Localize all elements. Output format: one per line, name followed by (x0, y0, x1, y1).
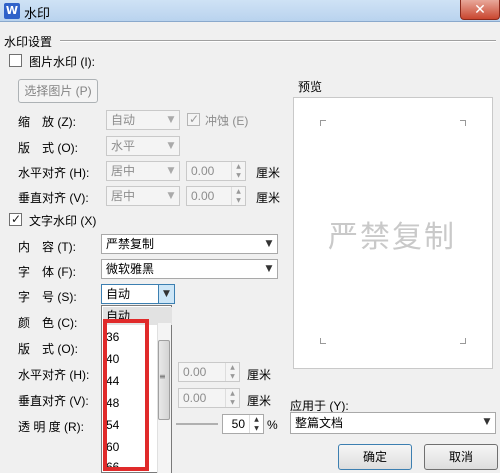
unit-cm-label: 厘米 (247, 368, 272, 382)
text-watermark-label: 文字水印 (X) (29, 214, 97, 228)
text-halign-label: 水平对齐 (H): (18, 368, 90, 382)
spinner-arrows-icon[interactable]: ▲ ▼ (231, 187, 245, 205)
transparency-input[interactable]: 50 ▲ ▼ (222, 414, 264, 434)
unit-cm-label: 厘米 (256, 166, 281, 180)
text-layout-label: 版 式 (O): (18, 342, 78, 356)
picture-valign-offset-input[interactable]: 0.00 ▲ ▼ (186, 186, 246, 206)
title-bar[interactable] (0, 0, 500, 22)
font-select[interactable]: 微软雅黑 ▼ (101, 259, 278, 279)
chevron-down-icon: ▼ (265, 239, 273, 249)
spinner-arrows-icon[interactable]: ▲ ▼ (225, 389, 239, 407)
close-button[interactable]: ✕ (460, 0, 500, 20)
chevron-down-icon: ▼ (167, 166, 175, 176)
group-title-watermark-settings: 水印设置 (4, 35, 53, 49)
select-picture-button[interactable]: 选择图片 (P) (18, 79, 98, 103)
picture-watermark-label: 图片水印 (I): (29, 55, 95, 69)
chevron-down-icon: ▼ (167, 191, 175, 201)
preview-watermark-text: 严禁复制 (328, 221, 456, 254)
close-icon: ✕ (474, 1, 486, 17)
content-select[interactable]: 严禁复制 ▼ (101, 234, 278, 254)
preview-label: 预览 (298, 80, 323, 94)
transparency-label: 透 明 度 (R): (18, 420, 84, 434)
picture-halign-select[interactable]: 居中 ▼ (106, 161, 180, 181)
highlight-annotation-box (103, 319, 149, 471)
washout-checkbox[interactable] (187, 112, 200, 126)
chevron-down-icon: ▼ (158, 285, 174, 303)
margin-corner-mark (320, 120, 326, 126)
margin-corner-mark (320, 338, 326, 344)
spinner-arrows-icon[interactable]: ▲ ▼ (249, 415, 263, 433)
spinner-arrows-icon[interactable]: ▲ ▼ (225, 363, 239, 381)
transparency-slider[interactable] (176, 423, 218, 425)
text-valign-offset-input[interactable]: 0.00 ▲ ▼ (178, 388, 240, 408)
spinner-arrows-icon[interactable]: ▲ ▼ (231, 162, 245, 180)
wps-writer-icon: W (4, 3, 20, 19)
cancel-button[interactable]: 取消 (424, 444, 498, 470)
text-watermark-checkbox[interactable] (9, 212, 22, 226)
unit-cm-label: 厘米 (256, 191, 281, 205)
size-label: 字 号 (S): (18, 290, 77, 304)
picture-valign-label: 垂直对齐 (V): (18, 191, 89, 205)
group-divider (60, 40, 496, 42)
picture-watermark-checkbox[interactable] (9, 54, 22, 67)
percent-label: % (267, 418, 278, 432)
color-label: 颜 色 (C): (18, 316, 78, 330)
font-label: 字 体 (F): (18, 265, 76, 279)
scale-select[interactable]: 自动 ▼ (106, 110, 180, 130)
picture-halign-label: 水平对齐 (H): (18, 166, 90, 180)
window-title: 水印 (24, 6, 51, 21)
chevron-down-icon: ▼ (167, 115, 175, 125)
scale-label: 缩 放 (Z): (18, 115, 76, 129)
picture-halign-offset-input[interactable]: 0.00 ▲ ▼ (186, 161, 246, 181)
grip-icon: ≡ (159, 372, 166, 381)
text-valign-label: 垂直对齐 (V): (18, 394, 89, 408)
size-select[interactable]: 自动 ▼ (101, 284, 175, 304)
unit-cm-label: 厘米 (247, 394, 272, 408)
text-halign-offset-input[interactable]: 0.00 ▲ ▼ (178, 362, 240, 382)
apply-to-select[interactable]: 整篇文档 ▼ (290, 412, 496, 434)
margin-corner-mark (460, 338, 466, 344)
picture-valign-select[interactable]: 居中 ▼ (106, 186, 180, 206)
picture-layout-label: 版 式 (O): (18, 141, 78, 155)
chevron-down-icon: ▼ (483, 417, 491, 427)
picture-layout-select[interactable]: 水平 ▼ (106, 136, 180, 156)
washout-label: 冲蚀 (E) (205, 114, 249, 128)
margin-corner-mark (460, 120, 466, 126)
chevron-down-icon: ▼ (167, 141, 175, 151)
ok-button[interactable]: 确定 (338, 444, 412, 470)
content-label: 内 容 (T): (18, 240, 76, 254)
chevron-down-icon: ▼ (265, 264, 273, 274)
